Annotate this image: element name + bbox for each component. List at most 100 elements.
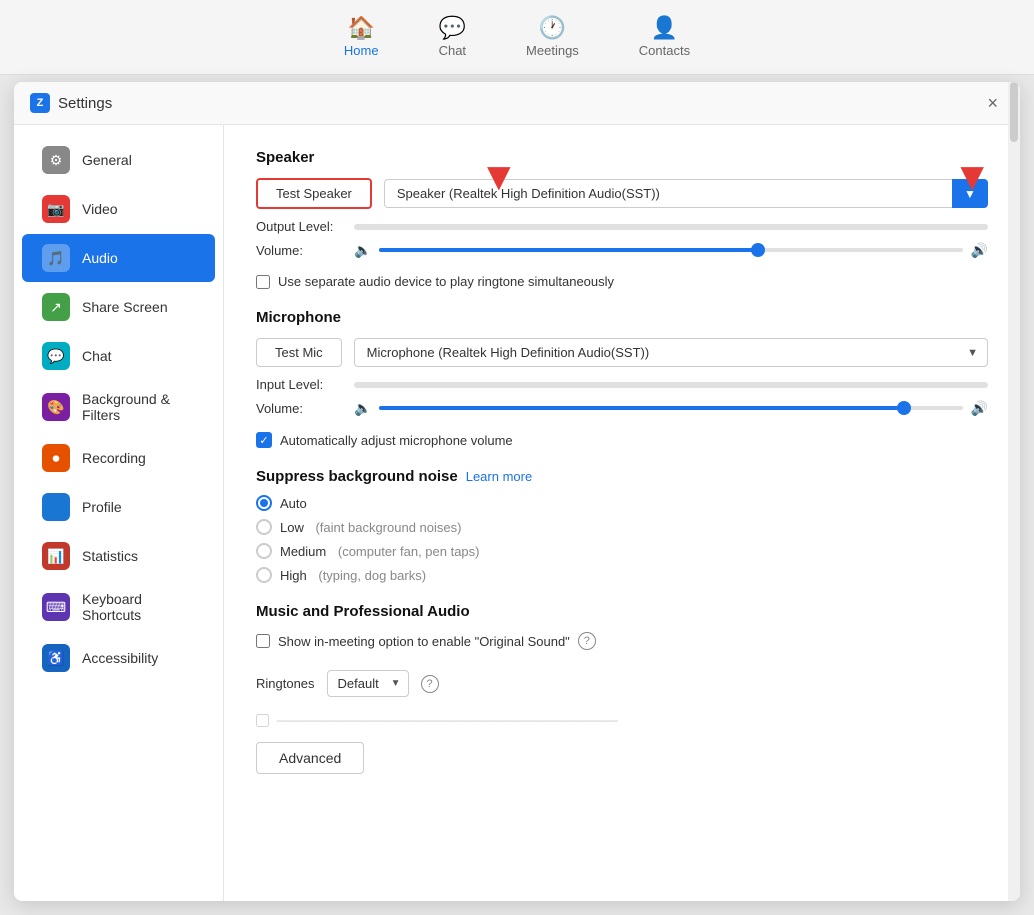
input-level-label: Input Level:: [256, 377, 346, 392]
speaker-device-select[interactable]: Speaker (Realtek High Definition Audio(S…: [384, 179, 988, 208]
test-mic-button[interactable]: Test Mic: [256, 338, 342, 367]
mic-slider-thumb[interactable]: [897, 401, 911, 415]
radio-high[interactable]: High (typing, dog barks): [256, 567, 988, 583]
ringtones-label: Ringtones: [256, 676, 315, 691]
ringtones-row: Ringtones Default Chime None ▼ ?: [256, 670, 988, 697]
sidebar: ⚙ General 📷 Video 🎵 Audio ↗ Share Screen…: [14, 125, 224, 901]
radio-auto-label: Auto: [280, 496, 307, 511]
radio-auto[interactable]: Auto: [256, 495, 988, 511]
partial-label: ─────────────────────────────────────: [277, 713, 618, 728]
nav-chat-label: Chat: [439, 43, 466, 58]
zoom-app-icon: Z: [30, 93, 50, 113]
mic-slider-fill: [379, 406, 904, 410]
contacts-icon: 👤: [651, 17, 678, 39]
nav-contacts[interactable]: 👤 Contacts: [639, 17, 690, 58]
sidebar-item-sharescreen[interactable]: ↗ Share Screen: [22, 283, 215, 331]
radio-auto-dot: [260, 499, 268, 507]
mic-input-level-row: Input Level:: [256, 377, 988, 392]
statistics-icon: 📊: [42, 542, 70, 570]
profile-icon: 👤: [42, 493, 70, 521]
sidebar-label-profile: Profile: [82, 499, 122, 515]
radio-medium[interactable]: Medium (computer fan, pen taps): [256, 543, 988, 559]
general-icon: ⚙: [42, 146, 70, 174]
test-speaker-button[interactable]: Test Speaker: [256, 178, 372, 209]
sidebar-item-profile[interactable]: 👤 Profile: [22, 483, 215, 531]
video-icon: 📷: [42, 195, 70, 223]
radio-medium-hint: (computer fan, pen taps): [334, 544, 479, 559]
sidebar-label-chat: Chat: [82, 348, 112, 364]
sidebar-item-recording[interactable]: ⏺ Recording: [22, 434, 215, 482]
speaker-controls: Test Speaker Speaker (Realtek High Defin…: [256, 178, 988, 209]
sidebar-item-general[interactable]: ⚙ General: [22, 136, 215, 184]
mic-slider-track: [379, 406, 962, 410]
nav-home[interactable]: 🏠 Home: [344, 17, 379, 58]
mic-volume-slider[interactable]: [379, 398, 962, 418]
original-sound-label: Show in-meeting option to enable "Origin…: [278, 634, 570, 649]
speaker-slider-fill: [379, 248, 758, 252]
sidebar-item-chat[interactable]: 💬 Chat: [22, 332, 215, 380]
speaker-device-wrapper: Speaker (Realtek High Definition Audio(S…: [384, 179, 988, 208]
radio-medium-label: Medium: [280, 544, 326, 559]
scrollbar-track[interactable]: [1008, 125, 1020, 901]
nav-meetings-label: Meetings: [526, 43, 579, 58]
sidebar-label-general: General: [82, 152, 132, 168]
output-level-bar: [354, 224, 988, 230]
sidebar-label-sharescreen: Share Screen: [82, 299, 168, 315]
radio-low[interactable]: Low (faint background noises): [256, 519, 988, 535]
sidebar-item-statistics[interactable]: 📊 Statistics: [22, 532, 215, 580]
sidebar-item-audio[interactable]: 🎵 Audio: [22, 234, 215, 282]
learn-more-link[interactable]: Learn more: [466, 469, 532, 484]
nav-home-label: Home: [344, 43, 379, 58]
speaker-volume-label: Volume:: [256, 243, 346, 258]
mic-device-select[interactable]: Microphone (Realtek High Definition Audi…: [354, 338, 988, 367]
speaker-volume-row: Volume: 🔈 🔊: [256, 240, 988, 260]
radio-medium-input[interactable]: [256, 543, 272, 559]
close-button[interactable]: ×: [981, 92, 1004, 114]
sharescreen-icon: ↗: [42, 293, 70, 321]
sidebar-item-video[interactable]: 📷 Video: [22, 185, 215, 233]
ringtones-select[interactable]: Default Chime None: [327, 670, 409, 697]
music-section: Music and Professional Audio Show in-mee…: [256, 603, 988, 650]
nav-meetings[interactable]: 🕐 Meetings: [526, 17, 579, 58]
sidebar-label-audio: Audio: [82, 250, 118, 266]
separate-audio-row: Use separate audio device to play ringto…: [256, 274, 988, 289]
nav-chat[interactable]: 💬 Chat: [439, 17, 466, 58]
speaker-slider-thumb[interactable]: [751, 243, 765, 257]
advanced-button[interactable]: Advanced: [256, 742, 364, 774]
sidebar-item-background[interactable]: 🎨 Background & Filters: [22, 381, 215, 433]
mic-controls: Test Mic Microphone (Realtek High Defini…: [256, 338, 988, 367]
ringtones-help-icon[interactable]: ?: [421, 675, 439, 693]
radio-auto-input[interactable]: [256, 495, 272, 511]
sidebar-item-accessibility[interactable]: ♿ Accessibility: [22, 634, 215, 682]
speaker-dropdown-button[interactable]: ▼: [952, 179, 988, 208]
radio-high-hint: (typing, dog barks): [315, 568, 426, 583]
ringtones-select-wrapper: Default Chime None ▼: [327, 670, 409, 697]
output-level-label: Output Level:: [256, 219, 346, 234]
speaker-slider-track: [379, 248, 962, 252]
radio-high-input[interactable]: [256, 567, 272, 583]
settings-titlebar: Z Settings ×: [14, 82, 1020, 125]
settings-body: ⚙ General 📷 Video 🎵 Audio ↗ Share Screen…: [14, 125, 1020, 901]
chat-sidebar-icon: 💬: [42, 342, 70, 370]
sidebar-label-recording: Recording: [82, 450, 146, 466]
partial-checkbox[interactable]: [256, 714, 269, 727]
auto-adjust-label: Automatically adjust microphone volume: [280, 433, 513, 448]
partial-visible-row: ─────────────────────────────────────: [256, 713, 988, 728]
audio-icon: 🎵: [42, 244, 70, 272]
radio-low-input[interactable]: [256, 519, 272, 535]
settings-title-left: Z Settings: [30, 93, 112, 113]
mic-volume-low-icon: 🔈: [354, 400, 371, 417]
meetings-icon: 🕐: [539, 17, 566, 39]
suppress-radio-group: Auto Low (faint background noises) Mediu…: [256, 495, 988, 583]
sidebar-item-keyboard[interactable]: ⌨ Keyboard Shortcuts: [22, 581, 215, 633]
top-nav: 🏠 Home 💬 Chat 🕐 Meetings 👤 Contacts: [0, 0, 1034, 75]
speaker-volume-slider[interactable]: [379, 240, 962, 260]
original-sound-checkbox[interactable]: [256, 634, 270, 648]
auto-adjust-checkbox[interactable]: ✓: [256, 432, 272, 448]
sidebar-label-statistics: Statistics: [82, 548, 138, 564]
separate-audio-checkbox[interactable]: [256, 275, 270, 289]
mic-device-wrapper: Microphone (Realtek High Definition Audi…: [354, 338, 988, 367]
original-sound-help-icon[interactable]: ?: [578, 632, 596, 650]
mic-volume-label: Volume:: [256, 401, 346, 416]
scrollbar-thumb[interactable]: [1010, 125, 1018, 142]
